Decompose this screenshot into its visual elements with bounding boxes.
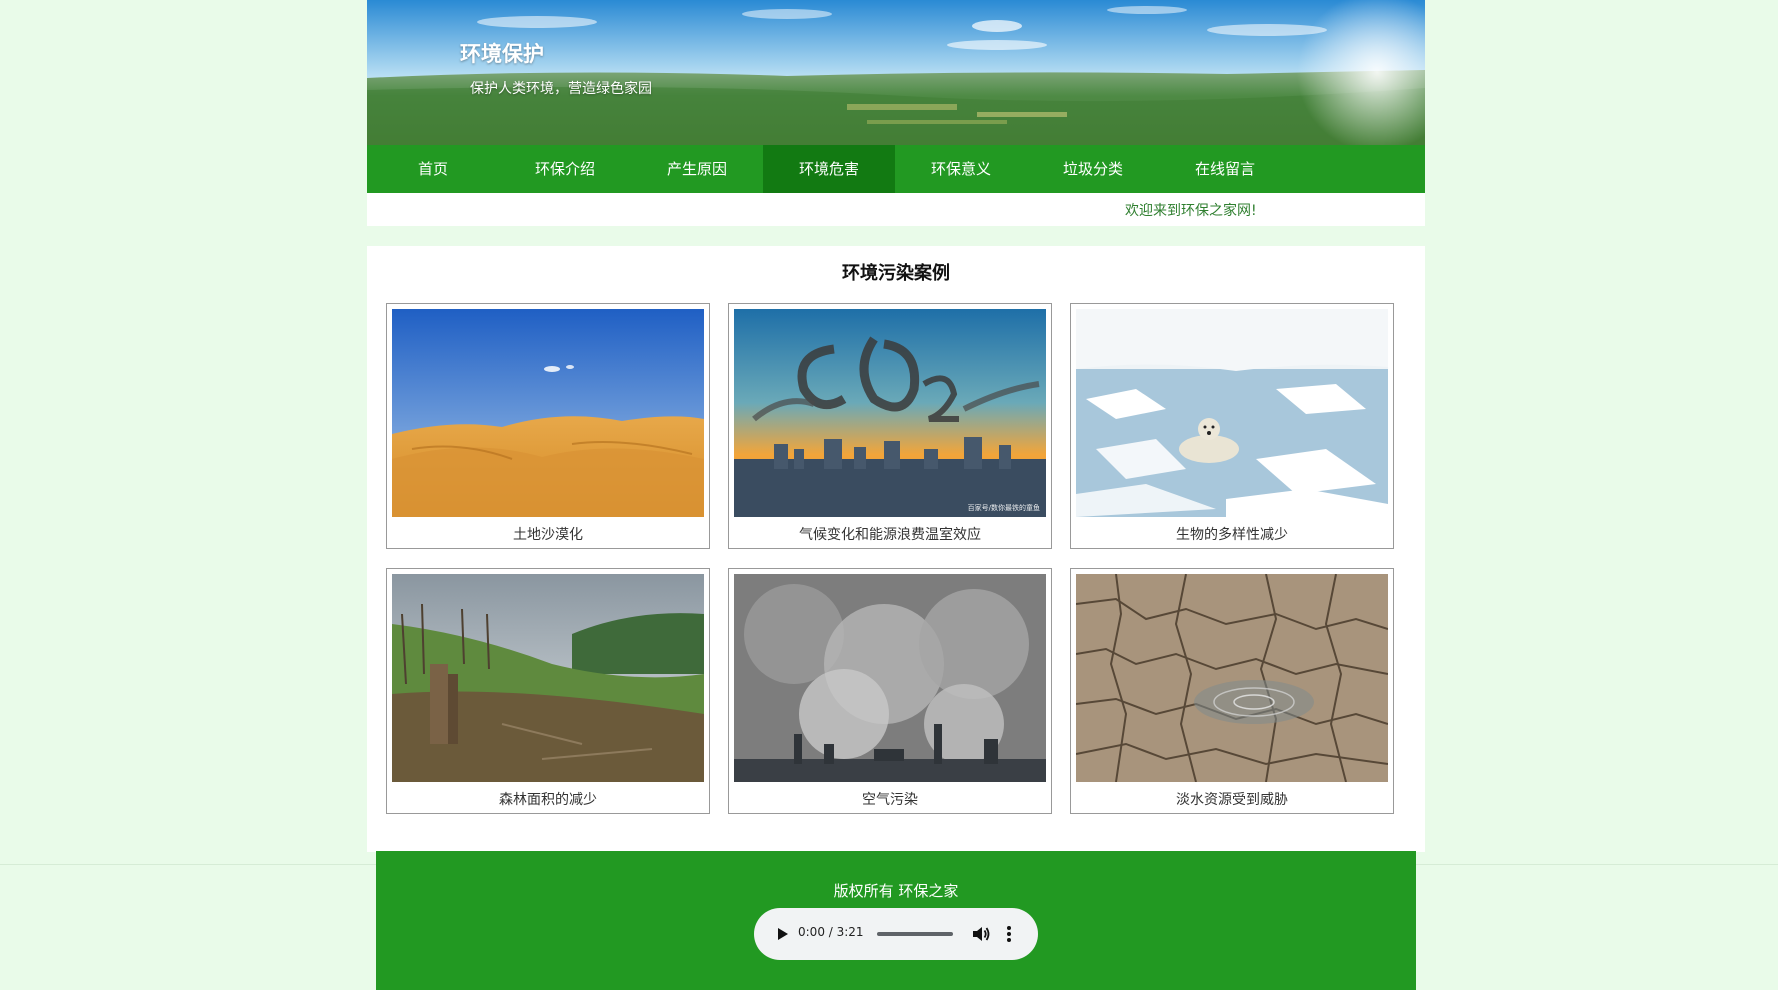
welcome-bar: 欢迎来到环保之家网!	[367, 193, 1425, 226]
case-caption: 淡水资源受到威胁	[1176, 792, 1288, 808]
desert-image	[392, 309, 704, 517]
nav-item-guestbook[interactable]: 在线留言	[1159, 145, 1291, 193]
volume-icon	[973, 927, 990, 941]
landscape-banner-image	[367, 0, 1425, 145]
main-nav: 首页 环保介绍 产生原因 环境危害 环保意义 垃圾分类 在线留言	[367, 145, 1425, 193]
play-icon	[778, 928, 788, 940]
welcome-marquee: 欢迎来到环保之家网!	[1125, 203, 1257, 219]
case-caption: 气候变化和能源浪费温室效应	[799, 527, 981, 543]
audio-progress-slider[interactable]	[877, 932, 953, 936]
polar-bear-image	[1076, 309, 1388, 517]
case-caption: 生物的多样性减少	[1176, 527, 1288, 543]
case-card-deforestation[interactable]: 森林面积的减少	[386, 568, 710, 814]
site-slogan: 保护人类环境，营造绿色家园	[470, 81, 652, 97]
cracked-earth-image	[1076, 574, 1388, 782]
more-vertical-icon	[1007, 926, 1011, 942]
volume-button[interactable]	[970, 923, 992, 945]
image-watermark: 百家号/数你最铁的童鱼	[967, 504, 1040, 512]
nav-item-home[interactable]: 首页	[367, 145, 499, 193]
deforestation-image	[392, 574, 704, 782]
case-card-desertification[interactable]: 土地沙漠化	[386, 303, 710, 549]
copyright-text: 版权所有 环保之家	[833, 882, 959, 900]
site-footer: 版权所有 环保之家 0:00 / 3:21	[376, 851, 1416, 990]
nav-item-intro[interactable]: 环保介绍	[499, 145, 631, 193]
page-container: 环境保护 保护人类环境，营造绿色家园 首页 环保介绍 产生原因 环境危害 环保意…	[367, 0, 1425, 990]
case-caption: 土地沙漠化	[513, 527, 583, 543]
nav-item-significance[interactable]: 环保意义	[895, 145, 1027, 193]
case-card-biodiversity[interactable]: 生物的多样性减少	[1070, 303, 1394, 549]
case-caption: 森林面积的减少	[499, 792, 597, 808]
header-banner: 环境保护 保护人类环境，营造绿色家园	[367, 0, 1425, 145]
nav-item-causes[interactable]: 产生原因	[631, 145, 763, 193]
case-card-air-pollution[interactable]: 空气污染	[728, 568, 1052, 814]
nav-item-sorting[interactable]: 垃圾分类	[1027, 145, 1159, 193]
play-button[interactable]	[772, 924, 792, 944]
cases-section: 环境污染案例 土地沙漠化 百家号/数你最铁的童鱼 气候变化和能源浪费温室效应 生…	[367, 246, 1425, 852]
audio-time: 0:00 / 3:21	[798, 925, 864, 939]
co2-smoke-image: 百家号/数你最铁的童鱼	[734, 309, 1046, 517]
section-title: 环境污染案例	[842, 263, 950, 284]
case-card-freshwater[interactable]: 淡水资源受到威胁	[1070, 568, 1394, 814]
case-card-climate[interactable]: 百家号/数你最铁的童鱼 气候变化和能源浪费温室效应	[728, 303, 1052, 549]
case-caption: 空气污染	[862, 792, 918, 808]
nav-item-hazards[interactable]: 环境危害	[763, 145, 895, 193]
factory-smoke-image	[734, 574, 1046, 782]
audio-player: 0:00 / 3:21	[754, 908, 1038, 960]
more-options-button[interactable]	[1002, 923, 1016, 945]
site-title: 环境保护	[460, 42, 544, 66]
